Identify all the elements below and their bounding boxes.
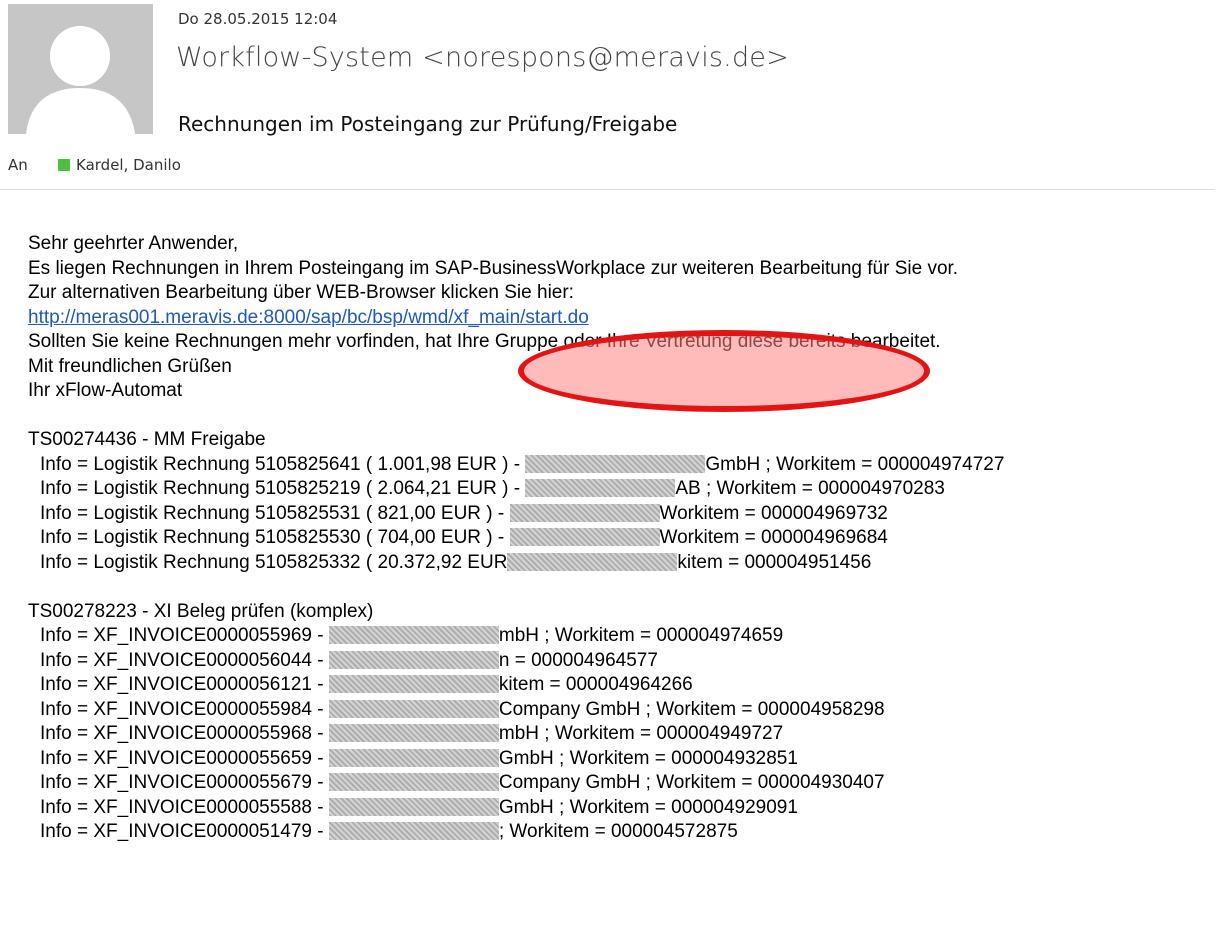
list-item: Info = Logistik Rechnung 5105825531 ( 82…: [40, 502, 888, 524]
redacted-vendor: [507, 552, 678, 571]
redacted-vendor: [328, 650, 499, 669]
list-item: Info = XF_INVOICE0000055659 - GmbH ; Wor…: [40, 747, 798, 769]
sender-avatar[interactable]: [8, 4, 153, 134]
redacted-vendor: [525, 479, 676, 497]
list-item: Info = Logistik Rechnung 5105825219 ( 2.…: [40, 478, 945, 499]
redacted-vendor: [509, 528, 660, 546]
presence-online-icon: [58, 159, 70, 171]
redacted-vendor: [328, 748, 499, 767]
to-label: An: [8, 156, 28, 174]
greeting: Sehr geehrter Anwender,: [28, 233, 239, 254]
redacted-vendor: [328, 797, 499, 816]
recipient-name[interactable]: Kardel, Danilo: [76, 156, 181, 174]
redacted-vendor: [328, 626, 499, 644]
section-title-xi-beleg: TS00278223 - XI Beleg prüfen (komplex): [28, 600, 374, 622]
redacted-vendor: [328, 724, 499, 742]
redacted-vendor: [328, 675, 499, 693]
redacted-vendor: [328, 773, 499, 791]
list-item: Info = XF_INVOICE0000055984 - Company Gm…: [40, 698, 885, 720]
header-divider: [0, 189, 1215, 190]
list-item: Info = XF_INVOICE0000056044 - n = 000004…: [40, 649, 658, 671]
body-line-1: Es liegen Rechnungen in Ihrem Posteingan…: [28, 257, 959, 279]
redacted-vendor: [328, 699, 499, 718]
section-title-mm-freigabe: TS00274436 - MM Freigabe: [28, 429, 266, 450]
annotation-ellipse: [518, 330, 930, 412]
list-item: Info = Logistik Rechnung 5105825332 ( 20…: [40, 551, 872, 573]
redacted-vendor: [525, 454, 706, 473]
redacted-vendor: [328, 822, 499, 840]
list-item: Info = XF_INVOICE0000055679 - Company Gm…: [40, 772, 885, 793]
person-silhouette-icon: [8, 4, 153, 134]
list-item: Info = XF_INVOICE0000051479 - ; Workitem…: [40, 821, 738, 842]
list-item: Info = Logistik Rechnung 5105825530 ( 70…: [40, 527, 888, 548]
list-item: Info = XF_INVOICE0000055968 - mbH ; Work…: [40, 723, 784, 744]
redacted-vendor: [509, 503, 660, 522]
message-body: Sehr geehrter Anwender, Es liegen Rechnu…: [28, 232, 1218, 845]
list-item: Info = XF_INVOICE0000055969 - mbH ; Work…: [40, 625, 784, 646]
list-item: Info = XF_INVOICE0000055588 - GmbH ; Wor…: [40, 796, 798, 818]
body-line-2: Zur alternativen Bearbeitung über WEB-Br…: [28, 282, 574, 303]
list-item: Info = XF_INVOICE0000056121 - kitem = 00…: [40, 674, 693, 695]
message-date: Do 28.05.2015 12:04: [178, 10, 338, 28]
sender-name[interactable]: Workflow-System <norespons@meravis.de>: [176, 42, 789, 73]
list-item: Info = Logistik Rechnung 5105825641 ( 1.…: [40, 453, 1005, 475]
web-browser-link[interactable]: http://meras001.meravis.de:8000/sap/bc/b…: [28, 307, 589, 328]
message-subject: Rechnungen im Posteingang zur Prüfung/Fr…: [178, 112, 678, 136]
recipient-row: An Kardel, Danilo: [8, 156, 181, 174]
